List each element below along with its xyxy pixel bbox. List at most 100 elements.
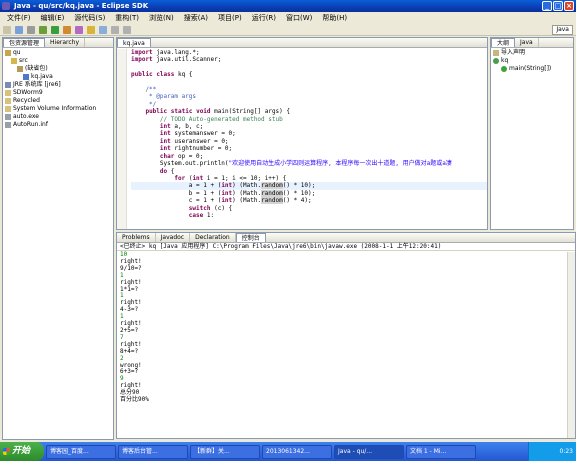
console-line: 1 — [120, 313, 124, 321]
menu-bar: 文件(F) 编辑(E) 源代码(S) 重构(T) 浏览(N) 搜索(A) 项目(P) 运行(R… — [0, 12, 576, 24]
tree-item[interactable]: qu — [5, 49, 111, 57]
new-class-icon[interactable] — [75, 25, 83, 34]
toolbar — [0, 24, 576, 36]
close-button[interactable]: × — [564, 1, 574, 11]
code-line: int useranswer = 0; — [159, 137, 229, 145]
title-bar: Java - qu/src/kq.java - Eclipse SDK _ □ … — [0, 0, 576, 12]
code-line: int a, b, c; — [159, 123, 204, 131]
tab-declaration[interactable]: Declaration — [190, 233, 236, 242]
editor-ruler — [117, 49, 127, 229]
taskbar-item[interactable]: 【新群】关... — [190, 444, 260, 459]
menu-item-4[interactable]: 浏览(N) — [144, 13, 179, 23]
open-type-icon[interactable] — [87, 25, 95, 34]
file-icon — [5, 90, 11, 96]
system-tray: 0:23 — [528, 442, 576, 461]
tab-console[interactable]: 控制台 — [235, 233, 266, 242]
code-line: int rightnumber = 0; — [159, 145, 233, 153]
file-icon — [5, 98, 11, 104]
tab-java[interactable]: Java — [515, 38, 539, 47]
file-icon — [5, 122, 11, 128]
outline-item-imports[interactable]: 导入声明 — [493, 49, 571, 57]
maximize-button[interactable]: □ — [553, 1, 563, 11]
taskbar: 开始 博客园_百度... 博客后台管... 【新群】关... 2013061342..… — [0, 442, 576, 461]
console-line: right! — [120, 340, 142, 348]
tree-item-label: AutoRun.inf — [13, 121, 48, 128]
tab-package-explorer[interactable]: 包资源管理 — [3, 38, 46, 47]
code-line: case 1: — [188, 211, 215, 219]
taskbar-item[interactable]: 博客园_百度... — [46, 444, 116, 459]
taskbar-item[interactable]: 文档 1 - Mi... — [406, 444, 476, 459]
tree-item[interactable]: src — [5, 57, 111, 65]
tree-item-label: System Volume Information — [13, 105, 97, 112]
code-line: char op = 0; — [159, 152, 204, 160]
minimize-button[interactable]: _ — [542, 1, 552, 11]
tree-item-label: Recycled — [13, 97, 40, 104]
menu-item-9[interactable]: 帮助(H) — [317, 13, 352, 23]
file-icon — [5, 114, 11, 120]
code-line: import java.util.Scanner; — [131, 56, 222, 64]
debug-icon[interactable] — [39, 25, 47, 34]
file-icon — [5, 82, 11, 88]
console-line: 9/10=? — [120, 264, 142, 272]
menu-item-3[interactable]: 重构(T) — [110, 13, 144, 23]
code-editor[interactable]: kq.java import java.lang.*; import java.u… — [116, 37, 488, 230]
outline-item-class[interactable]: kq — [493, 57, 571, 65]
console-line: 4-3=? — [120, 306, 139, 314]
search-icon[interactable] — [99, 25, 107, 34]
tree-item[interactable]: Recycled — [5, 97, 111, 105]
menu-item-2[interactable]: 源代码(S) — [69, 13, 110, 23]
menu-item-0[interactable]: 文件(F) — [2, 13, 36, 23]
start-button[interactable]: 开始 — [0, 442, 44, 461]
code-line: public class kq { — [131, 71, 193, 79]
console-line: right! — [120, 382, 142, 390]
tree-item[interactable]: System Volume Information — [5, 105, 111, 113]
tab-problems[interactable]: Problems — [117, 233, 156, 242]
run-icon[interactable] — [51, 25, 59, 34]
console-line: 2+5=? — [120, 326, 139, 334]
outline-view: 大纲 Java 导入声明 kq main(String[]) — [490, 37, 574, 230]
perspective-java[interactable]: Java — [552, 25, 573, 35]
tab-outline[interactable]: 大纲 — [491, 38, 516, 47]
menu-item-6[interactable]: 项目(P) — [213, 13, 247, 23]
console-line: 8+4=? — [120, 347, 139, 355]
tree-item[interactable]: JRE 系统库 [jre6] — [5, 81, 111, 89]
tab-javadoc[interactable]: Javadoc — [156, 233, 191, 242]
print-icon[interactable] — [27, 25, 35, 34]
package-tree: qu src (缺省包) kq.java JRE 系统库 [jre6] SDWorm9 Re… — [3, 48, 113, 130]
console-line: 1 — [120, 292, 124, 300]
source-code[interactable]: import java.lang.*; import java.util.Scan… — [131, 49, 487, 229]
console-line: right! — [120, 257, 142, 265]
tree-item[interactable]: SDWorm9 — [5, 89, 111, 97]
tree-item[interactable]: AutoRun.inf — [5, 121, 111, 129]
eclipse-icon — [2, 2, 10, 10]
console-line: 9 — [120, 375, 124, 383]
console-line: right! — [120, 299, 142, 307]
save-icon[interactable] — [15, 25, 23, 34]
tree-item[interactable]: kq.java — [5, 73, 111, 81]
taskbar-item[interactable]: Java - qu/... — [334, 444, 404, 459]
new-icon[interactable] — [3, 25, 11, 34]
external-tools-icon[interactable] — [63, 25, 71, 34]
taskbar-item[interactable]: 2013061342... — [262, 444, 332, 459]
menu-item-7[interactable]: 运行(R) — [247, 13, 281, 23]
tree-item-label: kq.java — [31, 73, 53, 80]
tab-hierarchy[interactable]: Hierarchy — [45, 38, 86, 47]
tab-kq-java[interactable]: kq.java — [117, 38, 151, 47]
menu-item-5[interactable]: 搜索(A) — [179, 13, 213, 23]
tree-item[interactable]: auto.exe — [5, 113, 111, 121]
taskbar-item[interactable]: 博客后台管... — [118, 444, 188, 459]
console-output[interactable]: 10 right! 9/10=? 1 right! 1*1=? 1 right! 4-3=? 1 r… — [117, 251, 575, 405]
code-line: a = 1 + (int) (Math.random() * 10); — [131, 182, 487, 190]
forward-icon[interactable] — [123, 25, 131, 34]
console-line: right! — [120, 278, 142, 286]
console-scrollbar[interactable] — [567, 252, 575, 438]
back-icon[interactable] — [111, 25, 119, 34]
console-line: 1*1=? — [120, 285, 139, 293]
outline-item-main[interactable]: main(String[]) — [493, 65, 571, 73]
code-line: // TODO Auto-generated method stub — [131, 115, 283, 123]
menu-item-8[interactable]: 窗口(W) — [281, 13, 317, 23]
tree-item[interactable]: (缺省包) — [5, 65, 111, 73]
menu-item-1[interactable]: 编辑(E) — [36, 13, 70, 23]
file-icon — [5, 106, 11, 112]
